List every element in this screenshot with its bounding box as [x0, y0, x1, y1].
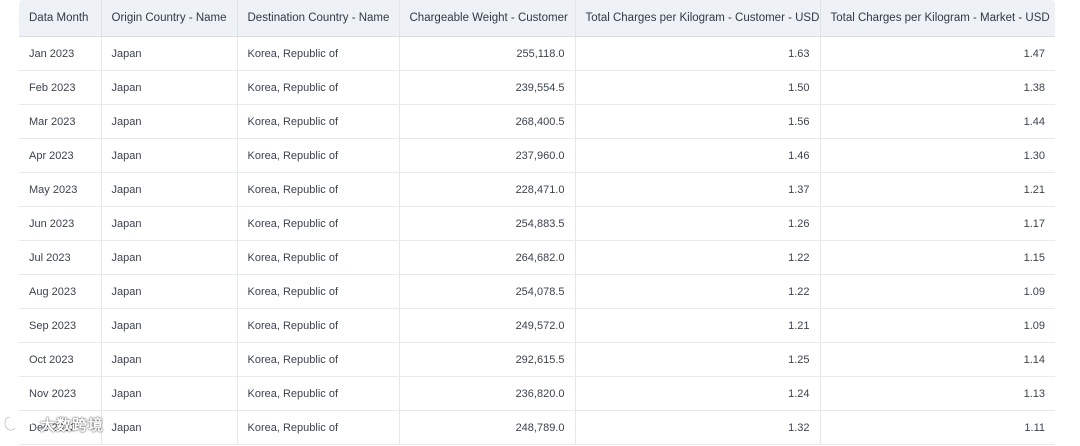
cell-charges-customer: 1.24: [575, 376, 821, 411]
cell-chargeable-weight: 249,572.0: [399, 308, 576, 343]
table-row[interactable]: Dec 2023 Japan Korea, Republic of 248,789.0…: [19, 410, 1055, 445]
cell-destination-country: Korea, Republic of: [237, 410, 400, 445]
cell-charges-market: 1.30: [820, 138, 1055, 173]
cell-charges-customer: 1.50: [575, 70, 821, 105]
cell-data-month: May 2023: [19, 172, 102, 207]
brand-logo-text: 大数跨境: [40, 416, 105, 434]
brand-logo-icon: [2, 413, 36, 435]
table-row[interactable]: Sep 2023 Japan Korea, Republic of 249,572.0…: [19, 308, 1055, 343]
cell-charges-market: 1.17: [820, 206, 1055, 241]
table-row[interactable]: Nov 2023 Japan Korea, Republic of 236,820.0…: [19, 376, 1055, 411]
cell-destination-country: Korea, Republic of: [237, 376, 400, 411]
cell-charges-market: 1.47: [820, 36, 1055, 71]
cell-chargeable-weight: 268,400.5: [399, 104, 576, 139]
cell-data-month: Feb 2023: [19, 70, 102, 105]
cell-destination-country: Korea, Republic of: [237, 342, 400, 377]
cell-destination-country: Korea, Republic of: [237, 104, 400, 139]
cell-destination-country: Korea, Republic of: [237, 172, 400, 207]
cell-charges-customer: 1.26: [575, 206, 821, 241]
cell-destination-country: Korea, Republic of: [237, 274, 400, 309]
cell-destination-country: Korea, Republic of: [237, 308, 400, 343]
cell-charges-market: 1.21: [820, 172, 1055, 207]
cell-charges-customer: 1.22: [575, 240, 821, 275]
cell-data-month: Apr 2023: [19, 138, 102, 173]
cell-chargeable-weight: 255,118.0: [399, 36, 576, 71]
cell-data-month: Aug 2023: [19, 274, 102, 309]
cell-charges-customer: 1.32: [575, 410, 821, 445]
column-header-chargeable-weight[interactable]: Chargeable Weight - Customer: [399, 0, 576, 37]
cell-charges-customer: 1.63: [575, 36, 821, 71]
column-header-data-month[interactable]: Data Month: [19, 0, 102, 37]
cell-charges-customer: 1.25: [575, 342, 821, 377]
table-row[interactable]: May 2023 Japan Korea, Republic of 228,471.0…: [19, 172, 1055, 207]
column-header-origin-country[interactable]: Origin Country - Name: [101, 0, 238, 37]
cell-data-month: Jan 2023: [19, 36, 102, 71]
cell-chargeable-weight: 292,615.5: [399, 342, 576, 377]
cell-origin-country: Japan: [101, 274, 238, 309]
cell-charges-market: 1.11: [820, 410, 1055, 445]
cell-chargeable-weight: 264,682.0: [399, 240, 576, 275]
cell-data-month: Jul 2023: [19, 240, 102, 275]
table-row[interactable]: Oct 2023 Japan Korea, Republic of 292,615.5…: [19, 342, 1055, 377]
column-header-charges-customer[interactable]: Total Charges per Kilogram - Customer - …: [575, 0, 821, 37]
cell-data-month: Jun 2023: [19, 206, 102, 241]
cell-origin-country: Japan: [101, 172, 238, 207]
cell-origin-country: Japan: [101, 70, 238, 105]
cell-charges-market: 1.09: [820, 274, 1055, 309]
cell-charges-market: 1.38: [820, 70, 1055, 105]
cell-origin-country: Japan: [101, 36, 238, 71]
cell-charges-customer: 1.22: [575, 274, 821, 309]
cell-destination-country: Korea, Republic of: [237, 206, 400, 241]
cell-origin-country: Japan: [101, 308, 238, 343]
table-row[interactable]: Jun 2023 Japan Korea, Republic of 254,883.5…: [19, 206, 1055, 241]
cell-origin-country: Japan: [101, 206, 238, 241]
column-header-destination-country[interactable]: Destination Country - Name: [237, 0, 400, 37]
data-table: Data Month Origin Country - Name Destina…: [19, 0, 1055, 445]
table-row[interactable]: Aug 2023 Japan Korea, Republic of 254,078.5…: [19, 274, 1055, 309]
cell-chargeable-weight: 248,789.0: [399, 410, 576, 445]
cell-data-month: Oct 2023: [19, 342, 102, 377]
column-header-charges-market[interactable]: Total Charges per Kilogram - Market - US…: [820, 0, 1055, 37]
cell-chargeable-weight: 254,078.5: [399, 274, 576, 309]
table-row[interactable]: Mar 2023 Japan Korea, Republic of 268,400.5…: [19, 104, 1055, 139]
cell-origin-country: Japan: [101, 376, 238, 411]
table-body: Jan 2023 Japan Korea, Republic of 255,118.0…: [19, 36, 1055, 445]
cell-chargeable-weight: 228,471.0: [399, 172, 576, 207]
cell-origin-country: Japan: [101, 138, 238, 173]
table-row[interactable]: Feb 2023 Japan Korea, Republic of 239,554.5…: [19, 70, 1055, 105]
table-header-row: Data Month Origin Country - Name Destina…: [19, 0, 1055, 37]
cell-data-month: Mar 2023: [19, 104, 102, 139]
cell-charges-market: 1.09: [820, 308, 1055, 343]
cell-origin-country: Japan: [101, 104, 238, 139]
cell-origin-country: Japan: [101, 342, 238, 377]
cell-chargeable-weight: 237,960.0: [399, 138, 576, 173]
cell-chargeable-weight: 236,820.0: [399, 376, 576, 411]
watermark-logo: 大数跨境: [2, 410, 104, 438]
cell-charges-market: 1.44: [820, 104, 1055, 139]
cell-chargeable-weight: 254,883.5: [399, 206, 576, 241]
cell-charges-customer: 1.37: [575, 172, 821, 207]
cell-charges-customer: 1.56: [575, 104, 821, 139]
cell-origin-country: Japan: [101, 240, 238, 275]
cell-charges-customer: 1.46: [575, 138, 821, 173]
cell-charges-market: 1.15: [820, 240, 1055, 275]
table-row[interactable]: Jan 2023 Japan Korea, Republic of 255,118.0…: [19, 36, 1055, 71]
cell-destination-country: Korea, Republic of: [237, 138, 400, 173]
cell-chargeable-weight: 239,554.5: [399, 70, 576, 105]
data-table-container: Data Month Origin Country - Name Destina…: [19, 0, 1055, 446]
cell-charges-market: 1.13: [820, 376, 1055, 411]
cell-destination-country: Korea, Republic of: [237, 36, 400, 71]
cell-charges-customer: 1.21: [575, 308, 821, 343]
cell-destination-country: Korea, Republic of: [237, 70, 400, 105]
table-header: Data Month Origin Country - Name Destina…: [19, 0, 1055, 37]
cell-origin-country: Japan: [101, 410, 238, 445]
cell-data-month: Sep 2023: [19, 308, 102, 343]
table-row[interactable]: Apr 2023 Japan Korea, Republic of 237,960.0…: [19, 138, 1055, 173]
cell-charges-market: 1.14: [820, 342, 1055, 377]
table-row[interactable]: Jul 2023 Japan Korea, Republic of 264,682.0…: [19, 240, 1055, 275]
cell-data-month: Nov 2023: [19, 376, 102, 411]
cell-destination-country: Korea, Republic of: [237, 240, 400, 275]
